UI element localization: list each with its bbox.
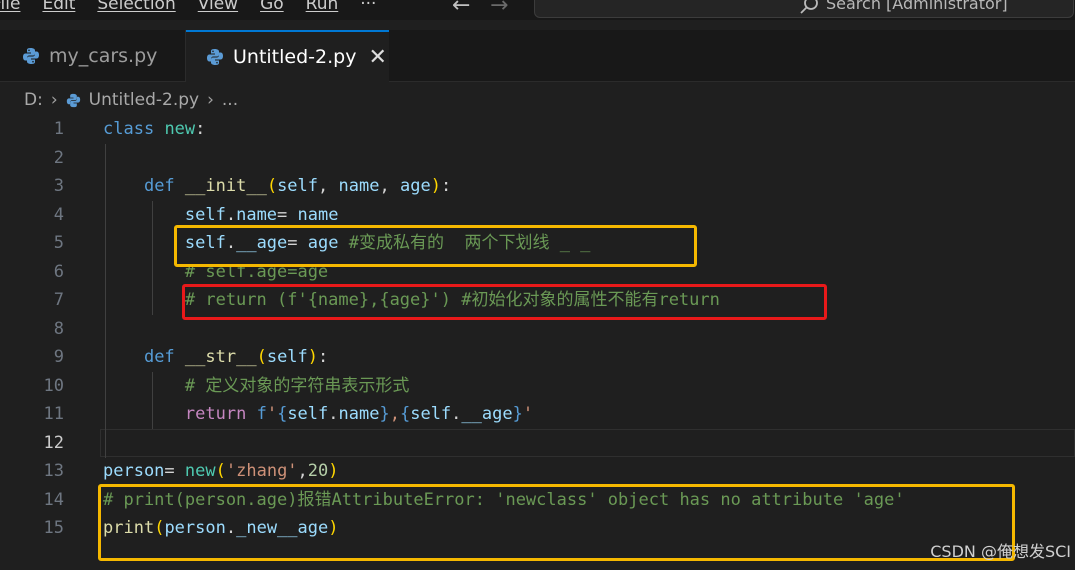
back-arrow-icon[interactable]: ← — [452, 0, 470, 18]
python-icon — [23, 48, 39, 64]
menu-go[interactable]: Go — [260, 0, 284, 14]
menu-view[interactable]: View — [198, 0, 238, 14]
breadcrumb: D: › Untitled-2.py › ... — [24, 88, 238, 112]
line-number: 8 — [53, 318, 64, 339]
line-number: 2 — [53, 147, 64, 168]
line-number: 7 — [53, 290, 64, 310]
code-text: return f'{self.name},{self.__age}' — [184, 404, 534, 424]
close-icon[interactable]: ✕ — [368, 45, 386, 70]
tab-label: Untitled-2.py — [233, 46, 357, 68]
tab-my-cars[interactable]: my_cars.py — [0, 30, 186, 82]
breadcrumb-drive[interactable]: D: — [24, 90, 43, 110]
code-text: def __init__(self, name, age): — [143, 176, 452, 196]
menu-bar: File Edit Selection View Go Run ··· — [0, 0, 398, 14]
menu-file[interactable]: File — [0, 0, 20, 14]
line-number: 1 — [53, 119, 64, 139]
line-number: 5 — [53, 233, 64, 253]
search-icon — [800, 0, 818, 14]
line-number: 15 — [43, 518, 64, 538]
editor-tab-bar: my_cars.py Untitled-2.py ✕ — [0, 30, 1075, 82]
line-number: 10 — [43, 375, 64, 396]
tab-untitled-2[interactable]: Untitled-2.py ✕ — [186, 30, 389, 82]
code-line[interactable]: 13 person= new('zhang',20) — [0, 457, 1075, 486]
line-number: 13 — [43, 461, 64, 481]
python-icon — [207, 49, 223, 65]
code-line[interactable]: 9 def __str__(self): — [0, 343, 1075, 372]
menu-run[interactable]: Run — [306, 0, 339, 14]
line-number: 9 — [53, 347, 64, 367]
code-comment: # 定义对象的字符串表示形式 — [103, 375, 410, 396]
code-line[interactable]: 3 def __init__(self, name, age): — [0, 172, 1075, 201]
watermark: CSDN @俺想发SCI — [930, 542, 1071, 561]
code-line[interactable]: 11 return f'{self.name},{self.__age}' — [0, 400, 1075, 429]
code-line[interactable]: 12 — [0, 429, 1075, 458]
highlight-box-private-attr — [174, 225, 697, 267]
code-line[interactable]: 1 class new: — [0, 115, 1075, 144]
line-number: 4 — [53, 204, 64, 225]
code-editor[interactable]: 1 class new: 2 3 def __init__(self, name… — [0, 115, 1075, 570]
breadcrumb-more[interactable]: ... — [222, 90, 238, 110]
code-line[interactable]: 10 # 定义对象的字符串表示形式 — [0, 372, 1075, 401]
search-label: Search [Administrator] — [826, 0, 1008, 13]
line-number: 6 — [53, 261, 64, 282]
forward-arrow-icon[interactable]: → — [490, 0, 508, 18]
tab-label: my_cars.py — [49, 45, 158, 67]
highlight-box-print-calls — [98, 484, 1015, 561]
menu-edit[interactable]: Edit — [42, 0, 75, 14]
title-bar: File Edit Selection View Go Run ··· ← → … — [0, 0, 1075, 20]
line-number: 11 — [43, 404, 64, 424]
menu-more[interactable]: ··· — [360, 0, 376, 14]
chevron-right-icon: › — [207, 90, 214, 110]
code-text: class new: — [103, 119, 206, 139]
menu-selection[interactable]: Selection — [97, 0, 175, 14]
breadcrumb-file[interactable]: Untitled-2.py — [89, 90, 199, 110]
chevron-right-icon: › — [50, 90, 58, 110]
line-number: 12 — [43, 432, 64, 453]
highlight-box-return-comment — [182, 284, 827, 320]
python-icon — [66, 93, 80, 107]
code-text: person= new('zhang',20) — [103, 461, 339, 481]
code-line[interactable]: 2 — [0, 144, 1075, 173]
line-number: 14 — [43, 489, 64, 510]
code-text: def __str__(self): — [143, 347, 329, 367]
line-number: 3 — [53, 176, 64, 196]
